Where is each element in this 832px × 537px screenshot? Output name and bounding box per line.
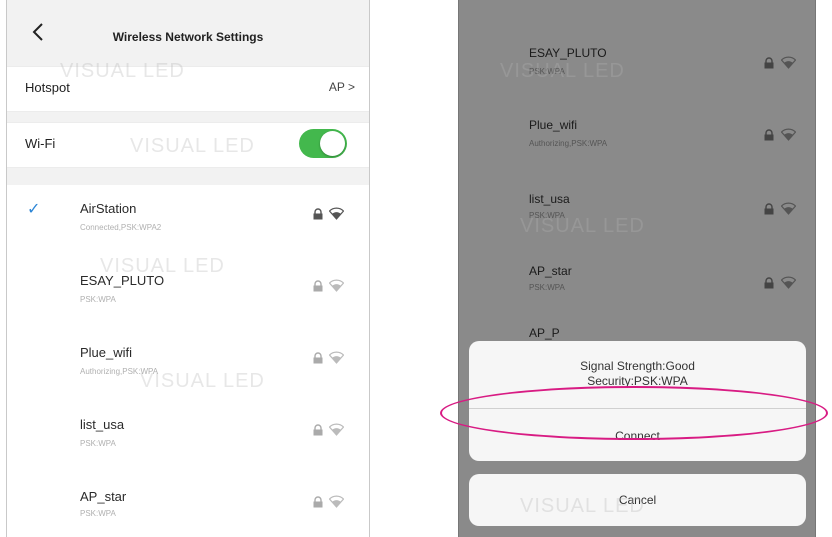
wifi-icon	[329, 279, 344, 292]
wifi-icon	[781, 56, 796, 69]
network-status: PSK:WPA	[80, 295, 116, 304]
toggle-knob	[320, 131, 345, 156]
network-item[interactable]: ESAY_PLUTO PSK:WPA	[459, 30, 815, 102]
lock-icon	[313, 352, 323, 364]
connect-button[interactable]: Connect	[469, 429, 806, 443]
lock-icon	[313, 496, 323, 508]
check-icon: ✓	[27, 201, 41, 218]
page-title: Wireless Network Settings	[112, 30, 264, 44]
wifi-icon	[781, 128, 796, 141]
wifi-icon	[329, 495, 344, 508]
network-status: PSK:WPA	[80, 439, 116, 448]
network-name: ESAY_PLUTO	[529, 46, 607, 60]
hotspot-label: Hotspot	[25, 80, 70, 95]
network-status: Connected,PSK:WPA2	[80, 223, 162, 232]
network-status: PSK:WPA	[529, 67, 565, 76]
lock-icon	[313, 280, 323, 292]
hotspot-row[interactable]: Hotspot AP >	[7, 66, 369, 112]
network-status: Authorizing,PSK:WPA	[80, 367, 159, 376]
lock-icon	[764, 203, 774, 215]
lock-icon	[313, 208, 323, 220]
network-item[interactable]: AP_star PSK:WPA	[459, 246, 815, 318]
cancel-button[interactable]: Cancel	[469, 474, 806, 526]
network-status: PSK:WPA	[529, 211, 565, 220]
wifi-icon	[781, 276, 796, 289]
wifi-label: Wi-Fi	[25, 136, 56, 151]
wifi-icon	[329, 423, 344, 436]
network-status: PSK:WPA	[529, 283, 565, 292]
network-status: Authorizing,PSK:WPA	[529, 139, 608, 148]
connect-dialog: Signal Strength:Good Security:PSK:WPA Co…	[469, 341, 806, 461]
header-bar: Wireless Network Settings	[7, 8, 369, 58]
network-name: list_usa	[529, 192, 570, 206]
network-item[interactable]: list_usa PSK:WPA	[459, 174, 815, 246]
network-name: AP_star	[80, 489, 127, 504]
network-name: ESAY_PLUTO	[80, 273, 165, 288]
network-name-partial: AP_P	[529, 326, 560, 340]
network-item[interactable]: AP_star PSK:WPA	[7, 473, 369, 537]
network-item[interactable]: ESAY_PLUTO PSK:WPA	[7, 257, 369, 329]
lock-icon	[764, 277, 774, 289]
wifi-icon	[329, 351, 344, 364]
right-screen: ESAY_PLUTO PSK:WPA Plue_wifi Authorizing…	[458, 0, 816, 537]
network-item[interactable]: Plue_wifi Authorizing,PSK:WPA	[459, 102, 815, 174]
wifi-icon	[781, 202, 796, 215]
network-name: Plue_wifi	[529, 118, 578, 132]
cancel-label: Cancel	[618, 493, 657, 507]
network-item[interactable]: list_usa PSK:WPA	[7, 401, 369, 473]
network-item[interactable]: Plue_wifi Authorizing,PSK:WPA	[7, 329, 369, 401]
wifi-toggle[interactable]	[299, 129, 347, 158]
lock-icon	[764, 57, 774, 69]
wifi-icon	[329, 207, 344, 220]
network-status: PSK:WPA	[80, 509, 116, 518]
wifi-row: Wi-Fi	[7, 122, 369, 168]
network-name: AirStation	[80, 201, 137, 216]
lock-icon	[313, 424, 323, 436]
network-list: ✓ AirStation Connected,PSK:WPA2 ESAY_PLU…	[7, 185, 369, 537]
hotspot-value: AP >	[328, 80, 355, 94]
network-item[interactable]: ✓ AirStation Connected,PSK:WPA2	[7, 185, 369, 257]
security-text: Security:PSK:WPA	[587, 374, 688, 388]
network-name: Plue_wifi	[80, 345, 133, 360]
signal-strength-text: Signal Strength:Good	[580, 359, 695, 373]
network-name: list_usa	[80, 417, 125, 432]
dialog-divider	[469, 408, 806, 409]
network-name: AP_star	[529, 264, 572, 278]
lock-icon	[764, 129, 774, 141]
left-screen: Wireless Network Settings Hotspot AP > W…	[6, 0, 370, 537]
